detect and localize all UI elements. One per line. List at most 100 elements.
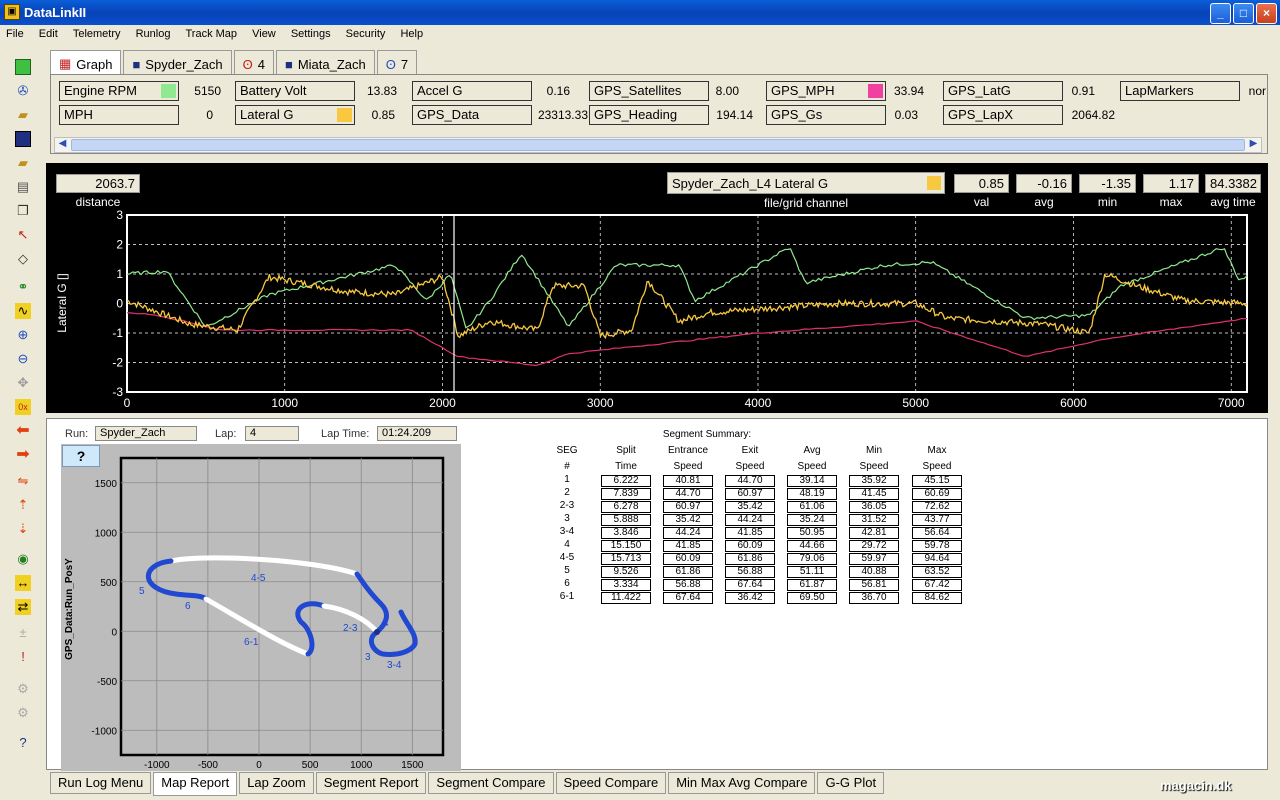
channel-value: 0.91 [1071,84,1095,98]
run-field: Spyder_Zach [95,426,197,441]
channel-gps-lapx[interactable]: GPS_LapX [943,105,1063,125]
split-button[interactable]: ↔ [10,572,36,594]
tab-g-g-plot[interactable]: G-G Plot [817,772,885,794]
channel-scrollbar[interactable]: ◀ ▶ [54,137,1262,153]
segment-cell: 40.81 [663,475,713,487]
channel-accel-g[interactable]: Accel G [412,81,532,101]
menu-telemetry[interactable]: Telemetry [67,25,127,40]
tab-map-report[interactable]: Map Report [153,772,238,796]
floppy-disk-icon: ■ [132,56,141,72]
channel-gps-data[interactable]: GPS_Data [412,105,532,125]
menu-help[interactable]: Help [394,25,429,40]
scroll-left-icon[interactable]: ◀ [55,138,70,152]
channel-engine-rpm[interactable]: Engine RPM [59,81,179,101]
print-button[interactable]: ▤ [10,176,36,198]
tab-miata-zach[interactable]: ■ Miata_Zach [275,50,375,74]
map-x-tick-label: 1500 [401,760,424,771]
segment-cell: 69.50 [787,592,837,604]
pan-button[interactable]: ✥ [10,372,36,394]
menu-edit[interactable]: Edit [33,25,64,40]
help-cursor-button[interactable]: ? [10,732,36,754]
tab-graph[interactable]: ▦ Graph [50,50,122,74]
column-header: Exit [741,445,759,456]
scale-button[interactable]: 0x [10,396,36,418]
segment-cell: 67.42 [912,579,962,591]
segment-id: 6 [564,578,570,589]
open-folder-button[interactable]: ▰ [10,104,36,126]
lap-time-field: 01:24.209 [377,426,457,441]
pan-icon: ✥ [17,375,29,390]
tab-min-max-avg-compare[interactable]: Min Max Avg Compare [668,772,816,794]
segment-cell: 61.86 [663,566,713,578]
trace-plot[interactable]: 3210-1-2-30 1000 2000 3000 4000 5000 6000 7000 … [46,163,1268,413]
compare-button[interactable]: ⇄ [10,596,36,618]
forward-button[interactable]: ➡ [10,444,36,466]
map-x-tick-label: 500 [302,760,319,771]
watermark: magacin.dk [1160,778,1232,793]
disabled-button-2[interactable]: ⚙ [10,702,36,724]
menu-track-map[interactable]: Track Map [180,25,244,40]
channel-gps-mph[interactable]: GPS_MPH [766,81,886,101]
segment-cell: 7.839 [601,488,651,500]
tab-segment-compare[interactable]: Segment Compare [428,772,554,794]
open-button[interactable]: ▰ [10,152,36,174]
channel-gps-gs[interactable]: GPS_Gs [766,105,886,125]
save-button[interactable] [10,128,36,150]
new-button[interactable] [10,56,36,78]
maximize-button[interactable]: □ [1233,3,1254,24]
eraser-button[interactable]: ◇ [10,248,36,270]
map-y-axis-label: GPS_Data:Run_PosY [64,558,75,660]
segment-cell: 44.70 [663,488,713,500]
segment-cell: 56.88 [663,579,713,591]
waveform-button[interactable]: ∿ [10,300,36,322]
select-button[interactable]: ↖ [10,224,36,246]
segment-label: 3-4 [387,660,402,671]
cursor-sync-button[interactable]: ⇋ [10,470,36,492]
tab-lap-7[interactable]: ʘ7 [376,50,418,74]
scroll-thumb[interactable] [71,139,1245,151]
minimize-button[interactable]: _ [1210,3,1231,24]
menu-file[interactable]: File [0,25,30,40]
menu-settings[interactable]: Settings [285,25,337,40]
disabled-button-1[interactable]: ⚙ [10,678,36,700]
graph-tabs: ▦ Graph ■ Spyder_Zach ʘ4 ■ Miata_Zach ʘ7 [50,50,419,74]
channel-battery-volt[interactable]: Battery Volt [235,81,355,101]
channel-gps-satellites[interactable]: GPS_Satellites [589,81,709,101]
tab-segment-report[interactable]: Segment Report [315,772,427,794]
tab-run-log-menu[interactable]: Run Log Menu [50,772,152,794]
track-alert-button[interactable]: ! [10,646,36,668]
add-track-button[interactable]: ± [10,622,36,644]
cursor-up-button[interactable]: ⇡ [10,494,36,516]
copy-button[interactable]: ❐ [10,200,36,222]
timer-button[interactable]: ◉ [10,548,36,570]
back-button[interactable]: ⬅ [10,420,36,442]
menu-security[interactable]: Security [340,25,392,40]
menu-runlog[interactable]: Runlog [130,25,177,40]
segment-cell: 36.70 [849,592,899,604]
zoom-out-button[interactable]: ⊖ [10,348,36,370]
arrow-right-icon: ➡ [16,446,30,463]
menu-view[interactable]: View [246,25,282,40]
tab-lap-zoom[interactable]: Lap Zoom [239,772,314,794]
segment-cell: 36.42 [725,592,775,604]
segment-cell: 5.888 [601,514,651,526]
cursor-down-button[interactable]: ⇣ [10,518,36,540]
tab-speed-compare[interactable]: Speed Compare [555,772,667,794]
channel-gps-heading[interactable]: GPS_Heading [589,105,709,125]
channel-value: nor [1248,84,1266,98]
channel-gps-latg[interactable]: GPS_LatG [943,81,1063,101]
zoom-in-button[interactable]: ⊕ [10,324,36,346]
track-map[interactable]: -1000 -500 0 500 1000 1500 1500 1000 500 0 -500 -10… [61,444,461,771]
telemetry-button[interactable]: ✇ [10,80,36,102]
close-button[interactable]: × [1256,3,1277,24]
channel-lateral-g[interactable]: Lateral G [235,105,355,125]
channel-mph[interactable]: MPH [59,105,179,125]
segment-label: 6-1 [244,637,259,648]
tab-spyder-zach[interactable]: ■ Spyder_Zach [123,50,232,74]
channel-select-button[interactable]: ⚭ [10,276,36,298]
column-header: SEG [556,445,578,456]
channel-lapmarkers[interactable]: LapMarkers [1120,81,1240,101]
title-bar: ▣ DataLinkII _ □ × [0,0,1280,25]
tab-lap-4[interactable]: ʘ4 [233,50,274,74]
scroll-right-icon[interactable]: ▶ [1246,138,1261,152]
